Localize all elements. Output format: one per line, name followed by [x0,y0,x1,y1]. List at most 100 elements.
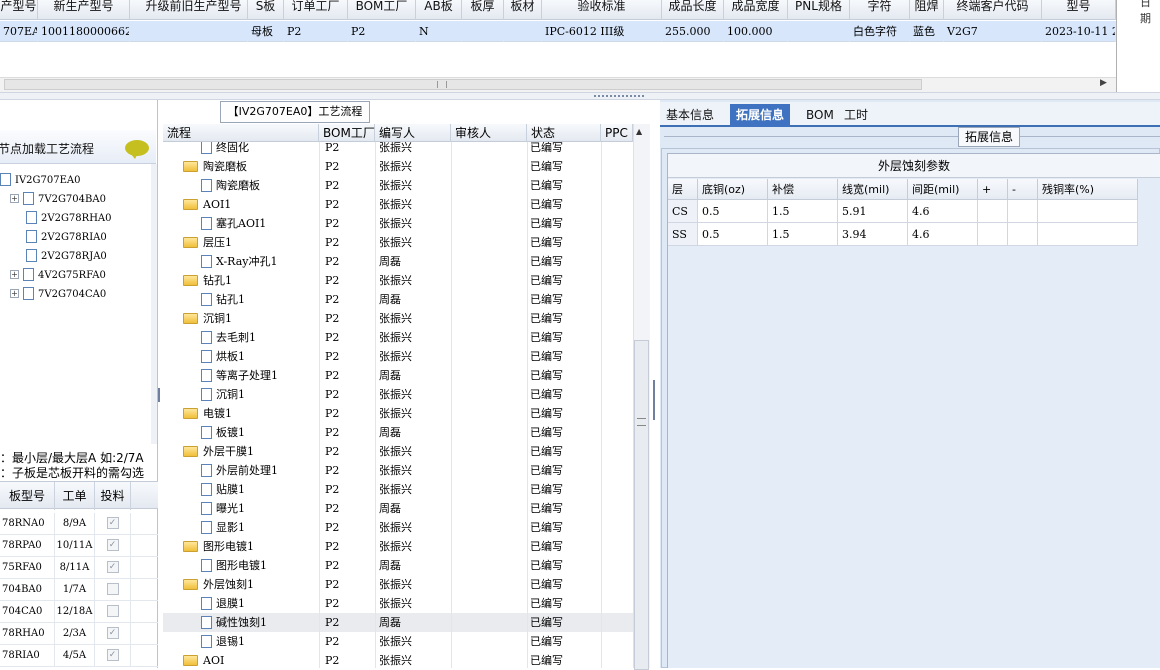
process-grid-scroll-thumb[interactable] [634,340,649,670]
etching-cell[interactable]: CS [668,200,698,223]
tab-basic-info[interactable]: 基本信息 [660,104,720,127]
col-board-model[interactable]: 板型号 [0,482,55,510]
etching-cell[interactable]: 1.5 [768,223,838,246]
process-row[interactable]: −电镀1 P2 张振兴 已编写 [163,404,633,423]
process-row[interactable]: −陶瓷磨板 P2 张振兴 已编写 [163,157,633,176]
left-tree-scrollbar[interactable] [151,164,157,444]
etching-cell[interactable] [1038,223,1138,246]
top-grid-col-header[interactable]: 成品长度 [662,0,724,20]
feed-checkbox[interactable]: ✓ [106,517,119,529]
etching-cell[interactable]: 4.6 [908,200,978,223]
expand-toggle-icon[interactable]: + [10,270,19,279]
top-grid-row[interactable]: 707EA010011800006620母板P2P2NIPC-6012 III级… [0,21,1116,42]
col-feed[interactable]: 投料 [95,482,131,510]
feed-checkbox[interactable]: ✓ [106,561,119,573]
process-row[interactable]: 外层前处理1 P2 张振兴 已编写 [163,461,633,480]
col-status[interactable]: 状态 [527,124,601,142]
etching-cell[interactable] [1008,200,1038,223]
process-row[interactable]: 碱性蚀刻1 P2 周磊 已编写 [163,613,633,632]
process-row[interactable]: −AOI1 P2 张振兴 已编写 [163,195,633,214]
process-row[interactable]: 塞孔AOI1 P2 张振兴 已编写 [163,214,633,233]
tree-node[interactable]: 2V2G78RIA0 [26,228,107,247]
process-row[interactable]: −AOI P2 张振兴 已编写 [163,651,633,668]
board-grid-row[interactable]: 78RHA0 2/3A ✓ [0,623,158,645]
process-row[interactable]: 去毛刺1 P2 张振兴 已编写 [163,328,633,347]
process-row[interactable]: 曝光1 P2 周磊 已编写 [163,499,633,518]
middle-collapse-handle[interactable] [653,380,658,420]
col-ppc[interactable]: PPC [601,124,633,142]
top-grid-col-header[interactable]: AB板 [416,0,462,20]
etching-col-header[interactable]: 层 [668,179,698,200]
process-row[interactable]: 板镀1 P2 周磊 已编写 [163,423,633,442]
etching-cell[interactable] [978,223,1008,246]
etching-cell[interactable]: 0.5 [698,200,768,223]
process-row[interactable]: −外层干膜1 P2 张振兴 已编写 [163,442,633,461]
tree-node[interactable]: +4V2G75RFA0 [10,266,106,285]
top-grid-col-header[interactable]: 验收标准 [542,0,662,20]
etching-col-header[interactable]: - [1008,179,1038,200]
etching-cell[interactable]: 5.91 [838,200,908,223]
feed-checkbox[interactable] [106,583,119,595]
etching-col-header[interactable]: 补偿 [768,179,838,200]
tree-node[interactable]: 2V2G78RJA0 [26,247,107,266]
process-row[interactable]: 钻孔1 P2 周磊 已编写 [163,290,633,309]
etching-cell[interactable]: 1.5 [768,200,838,223]
process-row[interactable]: 退锡1 P2 张振兴 已编写 [163,632,633,651]
top-grid-hscroll-thumb[interactable] [4,79,922,90]
process-row[interactable]: 终固化 P2 张振兴 已编写 [163,142,633,157]
board-grid-row[interactable]: 78RPA0 10/11A ✓ [0,535,158,557]
process-row[interactable]: 沉铜1 P2 张振兴 已编写 [163,385,633,404]
process-row[interactable]: 退膜1 P2 张振兴 已编写 [163,594,633,613]
etching-col-header[interactable]: 线宽(mil) [838,179,908,200]
etching-cell[interactable] [1008,223,1038,246]
col-flow[interactable]: 流程 [163,124,319,142]
etching-col-header[interactable]: 底铜(oz) [698,179,768,200]
feed-checkbox[interactable] [106,605,119,617]
process-row[interactable]: 等离子处理1 P2 周磊 已编写 [163,366,633,385]
expand-toggle-icon[interactable]: + [10,194,19,203]
process-row[interactable]: 贴膜1 P2 张振兴 已编写 [163,480,633,499]
scroll-right-icon[interactable]: ▶ [1100,78,1107,88]
board-grid-row[interactable]: 704CA0 12/18A [0,601,158,623]
tab-bom[interactable]: BOM [800,104,840,127]
top-grid-col-header[interactable]: 字符 [850,0,910,20]
etching-cell[interactable]: 0.5 [698,223,768,246]
board-grid-row[interactable]: 75RFA0 8/11A ✓ [0,557,158,579]
etching-col-header[interactable]: 间距(mil) [908,179,978,200]
horizontal-splitter[interactable] [0,92,1160,100]
etching-cell[interactable]: 3.94 [838,223,908,246]
tab-extended-info[interactable]: 拓展信息 [730,104,791,127]
process-row[interactable]: X-Ray冲孔1 P2 周磊 已编写 [163,252,633,271]
top-grid-col-header[interactable]: BOM工厂 [348,0,416,20]
feed-checkbox[interactable]: ✓ [106,539,119,551]
top-grid-col-header[interactable]: 新生产型号 [38,0,130,20]
process-row[interactable]: −外层蚀刻1 P2 张振兴 已编写 [163,575,633,594]
top-grid-col-header[interactable]: 终端客户代码 [944,0,1042,20]
scroll-up-icon[interactable]: ▲ [636,127,642,136]
etching-cell[interactable] [1038,200,1138,223]
process-row[interactable]: −层压1 P2 张振兴 已编写 [163,233,633,252]
board-grid-row[interactable]: 78RNA0 8/9A ✓ [0,513,158,535]
top-grid-col-header[interactable]: 升级前旧生产型号 [140,0,248,20]
etching-cell[interactable]: SS [668,223,698,246]
tree-node[interactable]: IV2G707EA0 [0,171,81,190]
col-order[interactable]: 工单 [55,482,95,510]
col-reviewer[interactable]: 审核人 [451,124,527,142]
top-grid-col-header[interactable]: 成品宽度 [724,0,788,20]
top-grid-col-header[interactable]: 型号 [1042,0,1116,20]
process-row[interactable]: 图形电镀1 P2 周磊 已编写 [163,556,633,575]
board-grid-row[interactable]: 78RIA0 4/5A ✓ [0,645,158,667]
process-row[interactable]: 陶瓷磨板 P2 张振兴 已编写 [163,176,633,195]
tab-work-hours[interactable]: 工时 [838,104,874,127]
feed-checkbox[interactable]: ✓ [106,649,119,661]
process-row[interactable]: −图形电镀1 P2 张振兴 已编写 [163,537,633,556]
board-grid-row[interactable]: 704BA0 1/7A [0,579,158,601]
etching-col-header[interactable]: + [978,179,1008,200]
tree-node[interactable]: +7V2G704BA0 [10,190,106,209]
top-grid-col-header[interactable]: 板材 [504,0,542,20]
process-row[interactable]: −钻孔1 P2 张振兴 已编写 [163,271,633,290]
tree-node[interactable]: 2V2G78RHA0 [26,209,112,228]
process-row[interactable]: −沉铜1 P2 张振兴 已编写 [163,309,633,328]
tree-node[interactable]: +7V2G704CA0 [10,285,106,304]
top-grid-col-header[interactable]: 阻焊 [910,0,944,20]
